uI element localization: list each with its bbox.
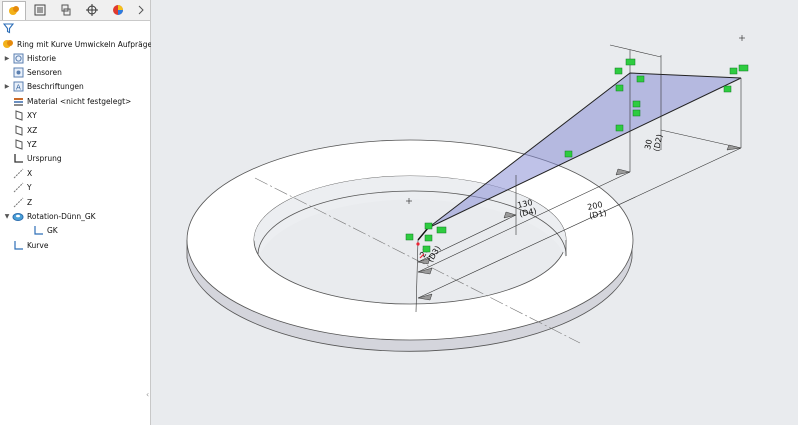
tree-item-label: Material <nicht festgelegt> (27, 96, 132, 106)
tree-root-label: Ring mit Kurve Umwickeln Aufprägen (17, 39, 157, 49)
plane-icon (12, 110, 24, 122)
tree-item-label: Z (27, 197, 33, 207)
display-manager-icon (113, 5, 123, 15)
revolve-icon (12, 210, 24, 222)
tree-item-label: GK (47, 226, 58, 236)
relation-marker[interactable] (422, 245, 431, 253)
graphics-viewport[interactable]: 20 (D3) 130 (D4) 200 (D1) 30 (D2) (151, 0, 798, 425)
tab-more-chevron[interactable] (134, 1, 148, 19)
tree-item-label: YZ (27, 139, 37, 149)
relation-marker[interactable] (424, 234, 433, 242)
dimxpert-icon (86, 4, 98, 16)
tree-item-label: Y (27, 183, 32, 193)
property-manager-icon (34, 4, 46, 16)
tree-item-label: Kurve (27, 240, 49, 250)
tree-item-rotation-dünn-gk[interactable]: ▼ Rotation-Dünn_GK (2, 209, 96, 223)
relation-marker[interactable] (738, 64, 749, 72)
material-icon (12, 95, 24, 107)
feature-manager-panel: Ring mit Kurve Umwickeln Aufprägen ▶ Histo… (0, 0, 157, 425)
plane-icon (12, 138, 24, 150)
tree-item-label: X (27, 168, 33, 178)
dim-d2-name: (D2) (652, 133, 664, 152)
part-icon (2, 38, 14, 50)
tree-item-yz[interactable]: YZ (2, 137, 37, 151)
tree-item-kurve[interactable]: Kurve (2, 238, 48, 252)
axis-icon (12, 196, 24, 208)
origin-icon (12, 153, 24, 165)
svg-text:A: A (16, 84, 21, 92)
tree-item-y[interactable]: Y (2, 181, 32, 195)
relation-marker[interactable] (405, 233, 414, 241)
tree-item-ursprung[interactable]: Ursprung (2, 152, 62, 166)
chevron-right-icon (138, 5, 144, 15)
history-icon (12, 52, 24, 64)
tree-item-label: Beschriftungen (27, 82, 84, 92)
chevron-right-icon[interactable]: ▶ (2, 83, 12, 90)
chevron-right-icon[interactable]: ▶ (2, 55, 12, 62)
tab-dimxpert[interactable] (80, 1, 104, 19)
sketch-icon (32, 225, 44, 237)
tab-configuration-manager[interactable] (54, 1, 78, 19)
tree-root[interactable]: Ring mit Kurve Umwickeln Aufprägen (2, 37, 157, 51)
axis-icon (12, 182, 24, 194)
filter-row (0, 21, 150, 37)
tree-item-xz[interactable]: XZ (2, 123, 37, 137)
tree-item-z[interactable]: Z (2, 195, 32, 209)
chevron-down-icon[interactable]: ▼ (2, 213, 12, 220)
tab-display-manager[interactable] (106, 1, 130, 19)
relation-marker[interactable] (615, 84, 624, 92)
model-view: 20 (D3) 130 (D4) 200 (D1) 30 (D2) (186, 35, 749, 352)
tree-item-label: Ursprung (27, 154, 62, 164)
tree-item-label: XZ (27, 125, 38, 135)
tree-item-x[interactable]: X (2, 166, 32, 180)
axis-icon (12, 167, 24, 179)
tab-feature-manager[interactable] (2, 1, 26, 20)
dim-d2[interactable]: 30 (D2) (643, 131, 664, 152)
relation-marker[interactable] (723, 85, 732, 93)
tree-item-material-nicht-festgelegt[interactable]: Material <nicht festgelegt> (2, 94, 131, 108)
tree-item-label: Rotation-Dünn_GK (27, 211, 96, 221)
sketch-point[interactable] (416, 242, 420, 246)
relation-marker[interactable] (615, 124, 624, 132)
tree-item-label: XY (27, 111, 37, 121)
relation-marker[interactable] (729, 67, 738, 75)
filter-icon[interactable] (3, 23, 14, 34)
sensor-icon (12, 66, 24, 78)
tree-item-xy[interactable]: XY (2, 109, 37, 123)
relation-marker[interactable] (632, 109, 641, 117)
relation-marker[interactable] (424, 222, 433, 230)
relation-marker[interactable] (564, 150, 573, 158)
tree-item-label: Historie (27, 53, 56, 63)
tab-property-manager[interactable] (28, 1, 52, 19)
tree-item-sensoren[interactable]: Sensoren (2, 65, 62, 79)
relation-marker[interactable] (614, 67, 623, 75)
plane-icon (12, 124, 24, 136)
relation-marker[interactable] (625, 58, 636, 66)
relation-marker[interactable] (636, 75, 645, 83)
relation-marker[interactable] (632, 100, 641, 108)
relation-marker[interactable] (436, 226, 447, 234)
tree-item-gk[interactable]: GK (22, 224, 58, 238)
tree-item-historie[interactable]: ▶ Historie (2, 51, 56, 65)
tree-item-label: Sensoren (27, 67, 62, 77)
annotations-icon: A (12, 81, 24, 93)
tree-item-beschriftungen[interactable]: ▶ A Beschriftungen (2, 80, 84, 94)
panel-tab-bar (0, 0, 150, 21)
configuration-manager-icon (61, 4, 71, 16)
feature-manager-icon (9, 6, 19, 15)
sketch-icon (12, 239, 24, 251)
